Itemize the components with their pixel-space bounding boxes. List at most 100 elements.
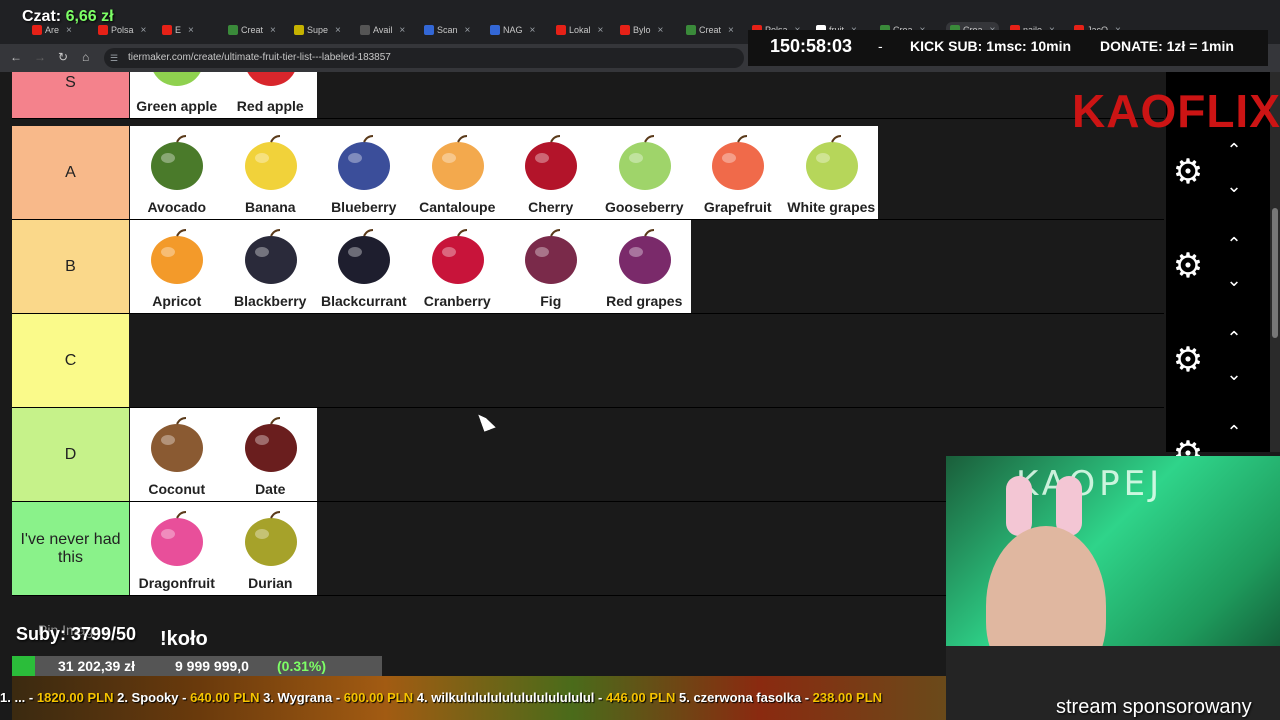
tier-label[interactable]: A: [12, 126, 129, 219]
scrollbar-thumb[interactable]: [1272, 208, 1278, 338]
fruit-card[interactable]: Dragonfruit: [130, 502, 224, 595]
goal-current: 31 202,39 zł: [58, 658, 136, 674]
fruit-card[interactable]: Cranberry: [411, 220, 505, 313]
banana-icon: [240, 132, 302, 194]
fruit-card[interactable]: Cherry: [504, 126, 598, 219]
fruit-card[interactable]: White grapes: [785, 126, 879, 219]
url-input[interactable]: tiermaker.com/create/ultimate-fruit-tier…: [104, 48, 744, 68]
browser-tab[interactable]: Creat ×: [228, 22, 276, 38]
forward-icon[interactable]: →: [34, 50, 46, 64]
tier-settings-gear-icon[interactable]: ⚙: [1170, 342, 1206, 378]
tab-label: Are: [45, 25, 60, 35]
browser-tab[interactable]: Scan ×: [424, 22, 470, 38]
browser-tab[interactable]: Creat ×: [686, 22, 734, 38]
fruit-card[interactable]: Cantaloupe: [411, 126, 505, 219]
close-tab-icon[interactable]: ×: [66, 25, 72, 36]
move-tier-up-icon[interactable]: ⌃: [1222, 328, 1246, 349]
move-tier-down-icon[interactable]: ⌄: [1222, 176, 1246, 197]
fruit-card[interactable]: Grapefruit: [691, 126, 785, 219]
close-tab-icon[interactable]: ×: [658, 25, 664, 36]
browser-tab[interactable]: Supe ×: [294, 22, 341, 38]
browser-tab[interactable]: E ×: [162, 22, 194, 38]
browser-tab[interactable]: Lokal ×: [556, 22, 603, 38]
red-apple-icon: [240, 72, 302, 90]
red-grapes-icon: [614, 226, 676, 288]
tier-label[interactable]: S: [12, 72, 129, 118]
tier-label[interactable]: D: [12, 408, 129, 501]
ticker-separator: -: [178, 690, 191, 705]
close-tab-icon[interactable]: ×: [598, 25, 604, 36]
cranberry-icon: [427, 226, 489, 288]
fruit-card[interactable]: Coconut: [130, 408, 224, 501]
tab-label: NAG: [503, 25, 523, 35]
donate-info: DONATE: 1zł = 1min: [1100, 38, 1234, 54]
close-tab-icon[interactable]: ×: [141, 25, 147, 36]
fruit-name: Red apple: [236, 98, 304, 114]
tab-label: E: [175, 25, 182, 35]
avocado-icon: [146, 132, 208, 194]
fruit-card[interactable]: Blackcurrant: [317, 220, 411, 313]
close-tab-icon[interactable]: ×: [335, 25, 341, 36]
fruit-card[interactable]: Red grapes: [598, 220, 692, 313]
close-tab-icon[interactable]: ×: [270, 25, 276, 36]
browser-tab[interactable]: Bylo ×: [620, 22, 663, 38]
tier-label[interactable]: I've never had this: [12, 502, 129, 595]
tier-items: Coconut Date: [130, 408, 317, 501]
move-tier-up-icon[interactable]: ⌃: [1222, 422, 1246, 443]
tier-settings-gear-icon[interactable]: ⚙: [1170, 248, 1206, 284]
ticker-entry: 1. ...: [0, 690, 26, 705]
tier-settings-gear-icon[interactable]: ⚙: [1170, 154, 1206, 190]
ticker-entry: 2. Spooky: [117, 690, 179, 705]
fruit-card[interactable]: Fig: [504, 220, 598, 313]
close-tab-icon[interactable]: ×: [728, 25, 734, 36]
fruit-name: Cherry: [528, 199, 574, 215]
tier-label[interactable]: C: [12, 314, 129, 407]
sponsored-label: stream sponsorowany: [1056, 696, 1252, 718]
czat-amount: 6,66 zł: [65, 8, 114, 25]
fruit-card[interactable]: Blackberry: [224, 220, 318, 313]
tab-favicon-icon: [294, 25, 304, 35]
kaoflix-logo: KAOFLIX: [1072, 85, 1280, 137]
fruit-card[interactable]: Apricot: [130, 220, 224, 313]
fruit-card[interactable]: Blueberry: [317, 126, 411, 219]
fruit-card[interactable]: Red apple: [224, 72, 318, 118]
fruit-card[interactable]: Green apple: [130, 72, 224, 118]
tab-favicon-icon: [360, 25, 370, 35]
tab-label: Avail: [373, 25, 393, 35]
ticker-separator: -: [25, 690, 37, 705]
move-tier-up-icon[interactable]: ⌃: [1222, 140, 1246, 161]
tab-favicon-icon: [162, 25, 172, 35]
move-tier-down-icon[interactable]: ⌄: [1222, 364, 1246, 385]
fruit-card[interactable]: Avocado: [130, 126, 224, 219]
fruit-card[interactable]: Date: [224, 408, 318, 501]
tab-label: Supe: [307, 25, 329, 35]
fruit-name: Blackberry: [234, 293, 307, 309]
green-apple-icon: [146, 72, 208, 90]
ticker-amount: 640.00 PLN: [190, 690, 260, 705]
fruit-card[interactable]: Gooseberry: [598, 126, 692, 219]
close-tab-icon[interactable]: ×: [465, 25, 471, 36]
webcam-overlay: KAOPEJ: [946, 456, 1280, 720]
tier-label[interactable]: B: [12, 220, 129, 313]
browser-tab[interactable]: NAG ×: [490, 22, 535, 38]
ticker-amount: 1820.00 PLN: [36, 690, 114, 705]
home-icon[interactable]: ⌂: [82, 50, 89, 64]
tier-row: B Apricot Blackberry Blackcurrant Cranberry F…: [12, 220, 1164, 314]
grapefruit-icon: [707, 132, 769, 194]
fruit-card[interactable]: Durian: [224, 502, 318, 595]
back-icon[interactable]: ←: [10, 50, 22, 64]
browser-tab[interactable]: Avail ×: [360, 22, 405, 38]
site-info-icon[interactable]: ☰: [110, 53, 120, 63]
fruit-card[interactable]: Banana: [224, 126, 318, 219]
durian-icon: [240, 508, 302, 570]
move-tier-down-icon[interactable]: ⌄: [1222, 270, 1246, 291]
tab-label: Scan: [437, 25, 458, 35]
close-tab-icon[interactable]: ×: [399, 25, 405, 36]
reload-icon[interactable]: ↻: [58, 50, 68, 64]
close-tab-icon[interactable]: ×: [530, 25, 536, 36]
tab-favicon-icon: [686, 25, 696, 35]
kolo-command: !koło: [160, 628, 208, 650]
close-tab-icon[interactable]: ×: [188, 25, 194, 36]
move-tier-up-icon[interactable]: ⌃: [1222, 234, 1246, 255]
goal-percent: (0.31%): [277, 658, 327, 674]
